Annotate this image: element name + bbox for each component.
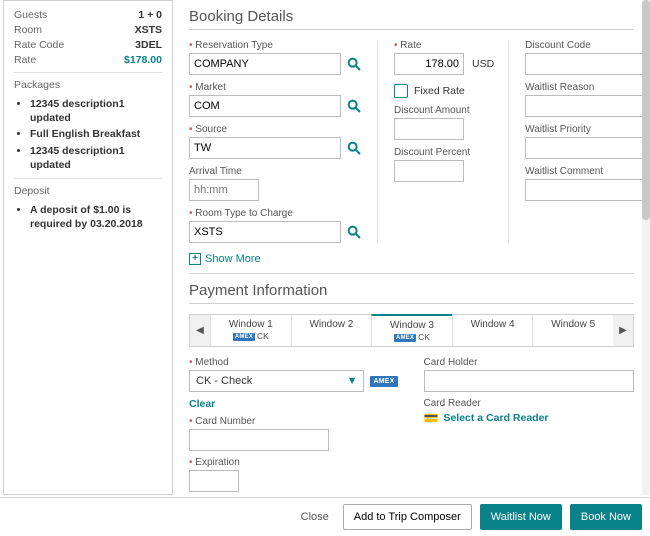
discount-percent-label: Discount Percent xyxy=(394,147,494,158)
card-holder-label: Card Holder xyxy=(424,357,635,368)
reservation-type-input[interactable] xyxy=(189,53,341,75)
method-value: CK - Check xyxy=(196,375,252,387)
room-label: Room xyxy=(14,24,42,36)
show-more-button[interactable]: + Show More xyxy=(189,253,634,265)
rate-code-value: 3DEL xyxy=(135,39,162,51)
waitlist-reason-input[interactable] xyxy=(525,95,642,117)
packages-title: Packages xyxy=(14,79,162,91)
chevron-down-icon: ▼ xyxy=(347,375,358,387)
payment-info-title: Payment Information xyxy=(189,282,634,304)
source-label: Source xyxy=(189,124,363,135)
room-row: Room XSTS xyxy=(14,24,162,36)
checkbox-icon xyxy=(394,84,408,98)
tab-window-5[interactable]: Window 5 xyxy=(532,315,613,346)
market-label: Market xyxy=(189,82,363,93)
list-item: 12345 description1 updated xyxy=(30,97,162,125)
waitlist-comment-input[interactable] xyxy=(525,179,642,201)
arrival-time-input[interactable] xyxy=(189,179,259,201)
scrollbar-track[interactable] xyxy=(642,0,650,495)
booking-col-3: Discount Code Waitlist Reason xyxy=(525,40,642,243)
booking-col-1: Reservation Type Market xyxy=(189,40,378,243)
rate-value: $178.00 xyxy=(124,54,162,66)
payment-col-1: Method CK - Check ▼ AMEX Clear Card Numb… xyxy=(189,357,400,492)
market-input[interactable] xyxy=(189,95,341,117)
footer: Close Add to Trip Composer Waitlist Now … xyxy=(0,497,650,536)
tab-window-2[interactable]: Window 2 xyxy=(291,315,372,346)
tab-window-1[interactable]: Window 1 AMEXCK xyxy=(210,315,291,346)
rate-code-row: Rate Code 3DEL xyxy=(14,39,162,51)
list-item: 12345 description1 updated xyxy=(30,144,162,172)
discount-amount-input[interactable] xyxy=(394,118,464,140)
guests-value: 1 + 0 xyxy=(138,9,162,21)
card-number-label: Card Number xyxy=(189,416,400,427)
fixed-rate-label: Fixed Rate xyxy=(414,85,465,97)
rate-input[interactable] xyxy=(394,53,464,75)
tab-window-4[interactable]: Window 4 xyxy=(452,315,533,346)
waitlist-now-button[interactable]: Waitlist Now xyxy=(480,504,562,530)
reservation-type-label: Reservation Type xyxy=(189,40,363,51)
list-item: Full English Breakfast xyxy=(30,127,162,141)
booking-details-title: Booking Details xyxy=(189,8,634,30)
source-input[interactable] xyxy=(189,137,341,159)
guests-label: Guests xyxy=(14,9,47,21)
expiration-label: Expiration xyxy=(189,457,400,468)
show-more-label: Show More xyxy=(205,253,261,265)
tab-window-3[interactable]: Window 3 AMEXCK xyxy=(371,314,452,346)
rate-row: Rate $178.00 xyxy=(14,54,162,66)
guests-row: Guests 1 + 0 xyxy=(14,9,162,21)
card-number-input[interactable] xyxy=(189,429,329,451)
fixed-rate-checkbox[interactable]: Fixed Rate xyxy=(394,84,494,98)
packages-list: 12345 description1 updated Full English … xyxy=(14,97,162,172)
amex-icon: AMEX xyxy=(370,376,397,387)
booking-col-2: Rate USD Fixed Rate Discount Amount xyxy=(394,40,509,243)
clear-link[interactable]: Clear xyxy=(189,398,400,410)
card-reader-icon: 💳 xyxy=(424,411,439,425)
search-icon[interactable] xyxy=(345,223,363,241)
tab-prev-button[interactable]: ◀ xyxy=(190,315,210,346)
room-value: XSTS xyxy=(135,24,162,36)
search-icon[interactable] xyxy=(345,139,363,157)
plus-icon: + xyxy=(189,253,201,265)
method-select[interactable]: CK - Check ▼ xyxy=(189,370,364,392)
waitlist-priority-input[interactable] xyxy=(525,137,642,159)
waitlist-reason-label: Waitlist Reason xyxy=(525,82,642,93)
add-to-trip-composer-button[interactable]: Add to Trip Composer xyxy=(343,504,472,530)
search-icon[interactable] xyxy=(345,97,363,115)
sidebar: Guests 1 + 0 Room XSTS Rate Code 3DEL Ra… xyxy=(3,0,173,495)
search-icon[interactable] xyxy=(345,55,363,73)
room-type-charge-label: Room Type to Charge xyxy=(189,208,363,219)
discount-percent-input[interactable] xyxy=(394,160,464,182)
card-reader-label: Card Reader xyxy=(424,398,635,409)
close-button[interactable]: Close xyxy=(301,511,329,523)
rate-label: Rate xyxy=(14,54,36,66)
rate-field-label: Rate xyxy=(394,40,494,51)
discount-code-input[interactable] xyxy=(525,53,642,75)
card-holder-input[interactable] xyxy=(424,370,635,392)
scrollbar-thumb[interactable] xyxy=(642,0,650,220)
list-item: A deposit of $1.00 is required by 03.20.… xyxy=(30,203,162,231)
rate-code-label: Rate Code xyxy=(14,39,64,51)
room-type-charge-input[interactable] xyxy=(189,221,341,243)
rate-unit: USD xyxy=(472,58,494,70)
method-label: Method xyxy=(189,357,400,368)
tab-next-button[interactable]: ▶ xyxy=(613,315,633,346)
select-card-reader-link[interactable]: Select a Card Reader xyxy=(443,412,548,424)
discount-amount-label: Discount Amount xyxy=(394,105,494,116)
waitlist-priority-label: Waitlist Priority xyxy=(525,124,642,135)
waitlist-comment-label: Waitlist Comment xyxy=(525,166,642,177)
arrival-time-label: Arrival Time xyxy=(189,166,363,177)
payment-col-2: Card Holder Card Reader 💳 Select a Card … xyxy=(424,357,635,492)
book-now-button[interactable]: Book Now xyxy=(570,504,642,530)
deposit-title: Deposit xyxy=(14,185,162,197)
expiration-input[interactable] xyxy=(189,470,239,492)
deposit-list: A deposit of $1.00 is required by 03.20.… xyxy=(14,203,162,231)
discount-code-label: Discount Code xyxy=(525,40,642,51)
payment-tabs: ◀ Window 1 AMEXCK Window 2 Window 3 AMEX… xyxy=(189,314,634,347)
